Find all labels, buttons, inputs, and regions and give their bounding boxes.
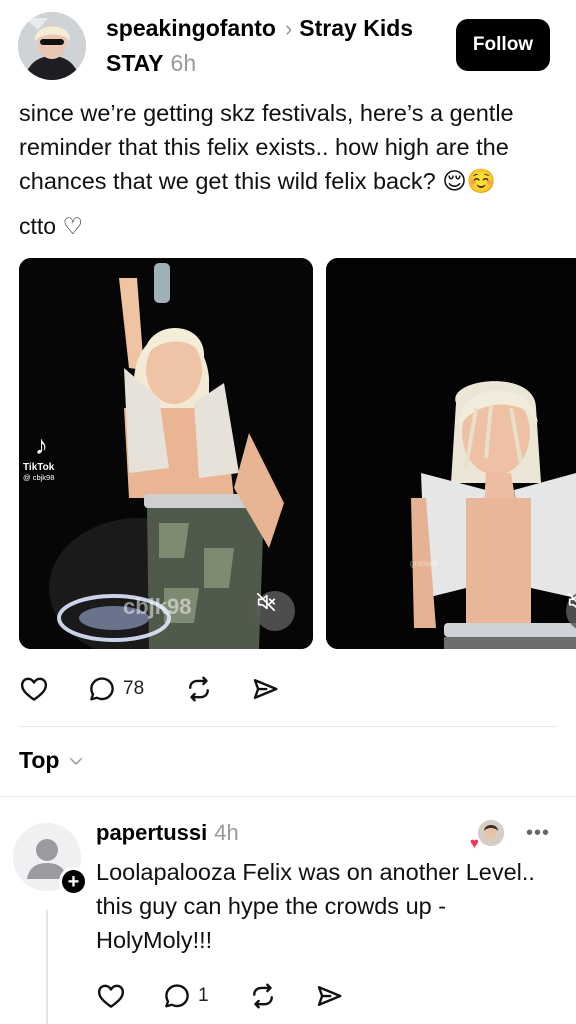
reply-text: Loolapalooza Felix was on another Level.… xyxy=(96,859,535,953)
media-carousel[interactable]: ♪ TikTok @ cbjk98 cbjk98 gromelli xyxy=(0,258,576,650)
mute-icon xyxy=(256,592,276,612)
like-button[interactable] xyxy=(19,668,49,710)
share-icon xyxy=(253,679,278,699)
video-1[interactable]: ♪ TikTok @ cbjk98 cbjk98 xyxy=(19,258,313,649)
video-2-frame xyxy=(326,258,576,649)
community-line: STAY 6h xyxy=(106,50,196,77)
reply-header: papertussi 4h xyxy=(96,820,239,846)
reply-time: 4h xyxy=(214,820,239,845)
heart-icon xyxy=(97,984,125,1008)
divider xyxy=(19,726,557,727)
chevron-down-icon xyxy=(70,757,83,765)
comment-icon xyxy=(165,984,189,1008)
post-actions: 78 xyxy=(0,668,576,710)
reply-count: 78 xyxy=(123,678,145,699)
more-options-button[interactable]: ••• xyxy=(526,822,550,845)
reply-share-button[interactable] xyxy=(314,975,344,1017)
reply-reply-button[interactable]: 1 xyxy=(162,975,209,1017)
follow-plus-button[interactable]: + xyxy=(59,867,88,896)
reply-like-button[interactable] xyxy=(96,975,126,1017)
divider xyxy=(0,796,576,797)
follow-button[interactable]: Follow xyxy=(456,19,550,71)
author-line: speakingofanto › Stray Kids xyxy=(106,15,413,42)
post-header: speakingofanto › Stray Kids STAY 6h Follo… xyxy=(0,0,576,96)
reply-actions: 1 xyxy=(0,975,576,1017)
topic-tag[interactable]: Stray Kids xyxy=(299,15,413,42)
repost-icon xyxy=(189,676,209,702)
post-credit: ctto ♡ xyxy=(19,213,84,239)
reply-reply-count: 1 xyxy=(198,985,209,1006)
repost-button[interactable] xyxy=(184,668,214,710)
author-avatar[interactable] xyxy=(18,12,86,80)
tiktok-icon: ♪ xyxy=(35,430,48,460)
reply-button[interactable]: 78 xyxy=(87,668,144,710)
video-watermark: cbjk98 xyxy=(123,594,192,619)
heart-icon xyxy=(20,677,48,701)
mute-icon xyxy=(567,592,576,608)
tiktok-label: TikTok xyxy=(23,462,55,473)
sort-dropdown[interactable]: Top xyxy=(19,747,85,774)
mute-button[interactable] xyxy=(255,591,295,631)
tiktok-handle: @ cbjk98 xyxy=(23,473,55,482)
reply-author[interactable]: papertussi xyxy=(96,820,207,845)
repost-icon xyxy=(253,983,273,1009)
author-name[interactable]: speakingofanto xyxy=(106,15,276,42)
post-text: since we’re getting skz festivals, here’… xyxy=(19,100,514,194)
liked-heart-icon: ♥ xyxy=(470,835,479,852)
tiktok-watermark: ♪ TikTok @ cbjk98 xyxy=(23,432,83,482)
comment-icon xyxy=(90,677,114,701)
share-icon xyxy=(317,986,342,1006)
sort-label: Top xyxy=(19,747,60,773)
chevron-right-icon: › xyxy=(284,15,293,41)
share-button[interactable] xyxy=(250,668,280,710)
community-name[interactable]: STAY xyxy=(106,50,164,76)
author-liked-avatar xyxy=(478,820,504,846)
plus-icon: + xyxy=(67,870,80,893)
reply-repost-button[interactable] xyxy=(248,975,278,1017)
video-2[interactable]: gromelli xyxy=(326,258,576,649)
video-2-watermark: gromelli xyxy=(410,559,439,568)
post-time: 6h xyxy=(170,50,197,76)
